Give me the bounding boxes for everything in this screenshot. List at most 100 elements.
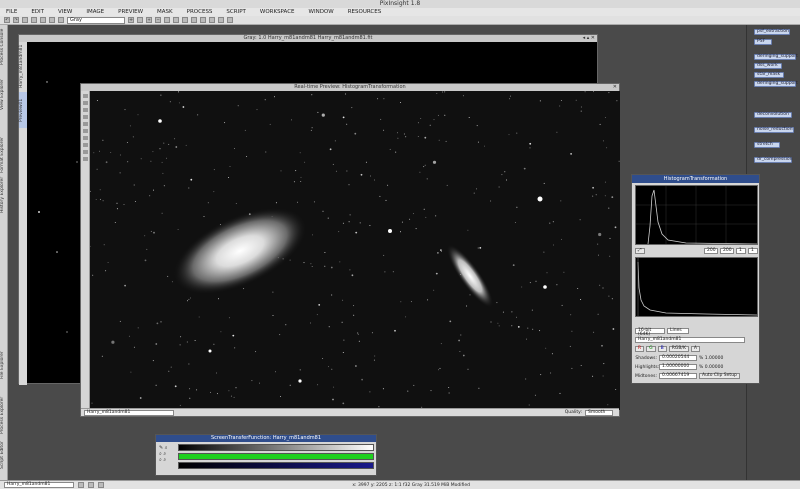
tab-file-explorer[interactable]: File Explorer: [0, 345, 8, 385]
preview-tool-icon[interactable]: [82, 157, 88, 161]
auto-clip-setup-button[interactable]: Auto Clip Setup: [699, 373, 740, 379]
tab-main-view[interactable]: Harry_m81andm81: [19, 45, 27, 88]
menu-workspace[interactable]: WORKSPACE: [260, 9, 295, 15]
icon-dss-work[interactable]: dss_work: [754, 63, 782, 69]
quality-select[interactable]: Smooth: [585, 409, 613, 416]
ht-target-view[interactable]: Harry_m81andm81: [635, 337, 745, 343]
status-icon[interactable]: [78, 482, 84, 488]
star: [405, 136, 407, 138]
tab-process-explorer[interactable]: Process Explorer: [0, 395, 8, 435]
menu-resources[interactable]: RESOURCES: [348, 9, 382, 15]
menu-edit[interactable]: EDIT: [31, 9, 44, 15]
status-icon[interactable]: [98, 482, 104, 488]
preview-tool-icon[interactable]: [82, 150, 88, 154]
preview-icon[interactable]: [191, 17, 197, 23]
preview-tool-icon[interactable]: [82, 143, 88, 147]
ht-input-histogram[interactable]: [635, 257, 758, 317]
icon-stretch[interactable]: stretch: [754, 142, 780, 148]
menu-preview[interactable]: PREVIEW: [118, 9, 143, 15]
status-view-select[interactable]: Harry_m81andm81: [4, 482, 74, 488]
move-icon[interactable]: ✛: [128, 17, 134, 23]
tab-history-explorer[interactable]: History Explorer: [0, 175, 8, 215]
fit-icon[interactable]: [137, 17, 143, 23]
icon-deringing-support-2[interactable]: deringing_support: [754, 81, 798, 87]
readout-icon[interactable]: [22, 17, 28, 23]
ht-zoom-icon[interactable]: ⤢: [635, 248, 645, 254]
star: [400, 301, 402, 303]
menu-file[interactable]: FILE: [6, 9, 17, 15]
blue-channel-icon[interactable]: [58, 17, 64, 23]
screen-transfer-function-panel[interactable]: ScreenTransferFunction: Harry_m81andm81 …: [155, 434, 377, 476]
icon-psf[interactable]: PSF: [754, 39, 772, 45]
highlights-input[interactable]: 1.00000000: [659, 364, 697, 370]
stf-icon[interactable]: [200, 17, 206, 23]
preview-image[interactable]: [90, 91, 620, 410]
zoom-1-1-icon[interactable]: [164, 17, 170, 23]
preview-tool-icon[interactable]: [82, 108, 88, 112]
tab-preview01[interactable]: Preview01: [19, 92, 27, 128]
tab-view-explorer[interactable]: View Explorer: [0, 75, 8, 115]
stf-bar-green[interactable]: [178, 453, 374, 460]
menu-mask[interactable]: MASK: [157, 9, 173, 15]
menu-process[interactable]: PROCESS: [187, 9, 213, 15]
ht-output-histogram[interactable]: [635, 185, 758, 245]
channel-g-button[interactable]: G: [646, 346, 656, 352]
star: [234, 148, 235, 149]
preview-window-close-icon[interactable]: ✕: [613, 85, 617, 90]
rgb-channel-icon[interactable]: [31, 17, 37, 23]
ht-bits-select[interactable]: 16-bit (64K): [635, 328, 665, 337]
preview-view-select[interactable]: Harry_m81andm81: [84, 409, 174, 416]
menu-image[interactable]: IMAGE: [86, 9, 104, 15]
shadows-input[interactable]: 0.00020544: [659, 355, 697, 361]
stf-bar-blue[interactable]: [178, 462, 374, 469]
colorspace-select[interactable]: Gray: [67, 16, 125, 24]
ht-spin-a[interactable]: 1: [736, 248, 746, 254]
preview-tool-icon[interactable]: [82, 129, 88, 133]
redo-icon[interactable]: ↷: [13, 17, 19, 23]
icon-psf-extraction[interactable]: psf_extraction: [754, 29, 790, 35]
stf-auto-icon[interactable]: [209, 17, 215, 23]
preview-tool-icon[interactable]: [82, 122, 88, 126]
menu-script[interactable]: SCRIPT: [226, 9, 245, 15]
star: [407, 390, 409, 392]
icon-noise-reduction[interactable]: noise_reduction: [754, 127, 794, 133]
zoom-out-icon[interactable]: −: [155, 17, 161, 23]
undo-icon[interactable]: ↶: [4, 17, 10, 23]
histogram-transformation-panel[interactable]: HistogramTransformation ⤢ 200 200 1 1 16…: [631, 174, 760, 384]
stf-tool-icons[interactable]: ✎ ⌕ ⌕ ⌕ ⌕ ⌕: [159, 445, 175, 463]
preview-tool-icon[interactable]: [82, 136, 88, 140]
icon-star-mask[interactable]: star_mask: [754, 72, 784, 78]
green-channel-icon[interactable]: [49, 17, 55, 23]
preview-tool-icon[interactable]: [82, 94, 88, 98]
script-icon[interactable]: [227, 17, 233, 23]
icon-dr-compression[interactable]: dr_compression: [754, 157, 793, 163]
icon-deconvolution[interactable]: deconvolution: [754, 112, 792, 118]
ht-zoom-h[interactable]: 200: [704, 248, 718, 254]
channel-a-button[interactable]: A: [690, 346, 700, 352]
ht-graph-select[interactable]: Lines: [667, 328, 689, 334]
channel-r-button[interactable]: R: [635, 346, 645, 352]
preview-tool-icon[interactable]: [82, 115, 88, 119]
ht-zoom-v[interactable]: 200: [720, 248, 734, 254]
menu-view[interactable]: VIEW: [58, 9, 72, 15]
mask-icon[interactable]: [182, 17, 188, 23]
ht-spin-b[interactable]: 1: [748, 248, 758, 254]
stf-bar-rgb[interactable]: [178, 444, 374, 451]
status-icon[interactable]: [88, 482, 94, 488]
star: [529, 147, 531, 149]
preview-tool-icon[interactable]: [82, 101, 88, 105]
red-channel-icon[interactable]: [40, 17, 46, 23]
tab-format-explorer[interactable]: Format Explorer: [0, 135, 8, 175]
zoom-in-icon[interactable]: +: [146, 17, 152, 23]
midtones-input[interactable]: 0.00667419: [659, 373, 697, 379]
tab-process-console[interactable]: Process Console: [0, 27, 8, 67]
realtime-preview-window[interactable]: Real-time Preview: HistogramTransformati…: [80, 83, 620, 417]
channel-b-button[interactable]: B: [657, 346, 667, 352]
channel-rgbk-button[interactable]: RGB/K: [668, 346, 689, 352]
window-controls-icon[interactable]: ◂ ▴ ✕: [583, 36, 595, 41]
menu-window[interactable]: WINDOW: [309, 9, 334, 15]
tab-script-editor[interactable]: Script Editor: [0, 435, 8, 475]
zoom-fit-icon[interactable]: [173, 17, 179, 23]
icon-deringing-support[interactable]: deringing_support: [754, 54, 798, 60]
process-icon[interactable]: [218, 17, 224, 23]
